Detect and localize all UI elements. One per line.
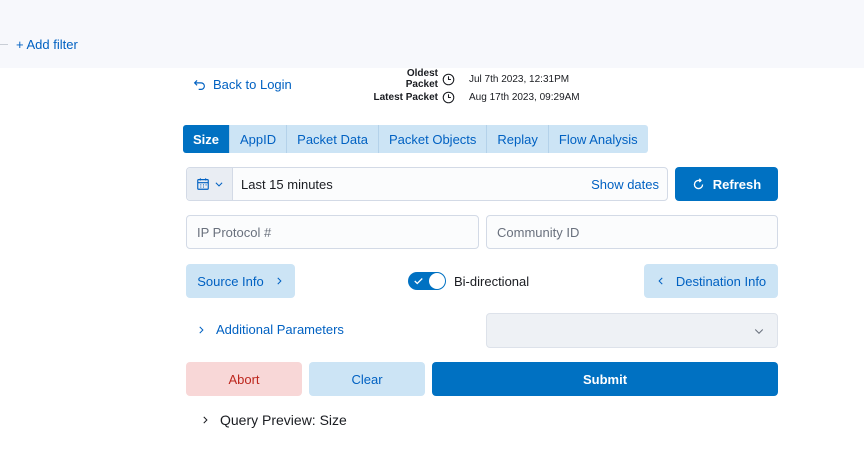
latest-packet-row: Latest Packet Aug 17th 2023, 09:29AM [372, 91, 580, 104]
check-icon [414, 278, 423, 285]
filter-bar-divider [0, 44, 8, 45]
destination-info-label: Destination Info [675, 273, 767, 289]
ip-protocol-input[interactable]: IP Protocol # [186, 215, 479, 249]
query-preview-toggle[interactable]: Query Preview: Size [200, 412, 347, 428]
tab-appid[interactable]: AppID [230, 125, 288, 153]
oldest-packet-label: Oldest Packet [405, 68, 438, 90]
chevron-down-icon [215, 182, 222, 187]
destination-info-button[interactable]: Destination Info [644, 264, 778, 298]
date-range-picker: Last 15 minutes Show dates [186, 167, 668, 201]
tab-replay[interactable]: Replay [487, 125, 549, 153]
oldest-packet-value: Jul 7th 2023, 12:31PM [469, 73, 570, 85]
bidirectional-toggle[interactable] [408, 272, 446, 290]
return-arrow-icon [193, 80, 205, 90]
community-id-input[interactable]: Community ID [486, 215, 778, 249]
refresh-label: Refresh [712, 176, 762, 192]
bidirectional-switch[interactable]: Bi-directional [408, 272, 529, 290]
chevron-right-icon [277, 277, 282, 285]
chevron-right-icon [203, 416, 208, 424]
calendar-icon [196, 178, 209, 190]
refresh-button[interactable]: Refresh [675, 167, 778, 201]
additional-parameters-label: Additional Parameters [216, 322, 344, 337]
oldest-packet-row: Oldest Packet Jul 7th 2023, 12:31PM [372, 68, 569, 90]
submit-button[interactable]: Submit [432, 362, 778, 396]
tab-packet-objects[interactable]: Packet Objects [378, 125, 488, 153]
toggle-knob [429, 273, 445, 289]
back-to-login-label: Back to Login [213, 77, 292, 92]
chevron-down-icon [754, 328, 764, 334]
back-to-login-link[interactable]: Back to Login [193, 77, 292, 92]
bidirectional-label: Bi-directional [454, 273, 530, 289]
latest-packet-label: Latest Packet [373, 92, 438, 103]
tab-flow-analysis[interactable]: Flow Analysis [548, 125, 648, 153]
add-filter-link[interactable]: + Add filter [16, 37, 78, 52]
tab-packet-data[interactable]: Packet Data [287, 125, 379, 153]
parameter-select[interactable] [486, 313, 778, 348]
tab-size[interactable]: Size [183, 125, 231, 153]
abort-button[interactable]: Abort [186, 362, 302, 396]
source-info-button[interactable]: Source Info [186, 264, 295, 298]
filter-bar: + Add filter [0, 0, 864, 68]
clear-button[interactable]: Clear [309, 362, 425, 396]
additional-parameters-toggle[interactable]: Additional Parameters [196, 322, 344, 337]
clock-icon [442, 73, 455, 85]
chevron-left-icon [658, 277, 663, 285]
source-info-label: Source Info [197, 273, 264, 289]
quick-select-button[interactable] [187, 168, 233, 200]
show-dates-link[interactable]: Show dates [591, 177, 659, 192]
query-tabs: Size AppID Packet Data Packet Objects Re… [183, 125, 648, 153]
refresh-icon [693, 177, 703, 189]
chevron-right-icon [199, 326, 204, 333]
date-range-value[interactable]: Last 15 minutes [241, 177, 591, 192]
query-preview-label: Query Preview: Size [220, 412, 347, 428]
clock-icon [442, 91, 455, 104]
latest-packet-value: Aug 17th 2023, 09:29AM [469, 92, 580, 103]
